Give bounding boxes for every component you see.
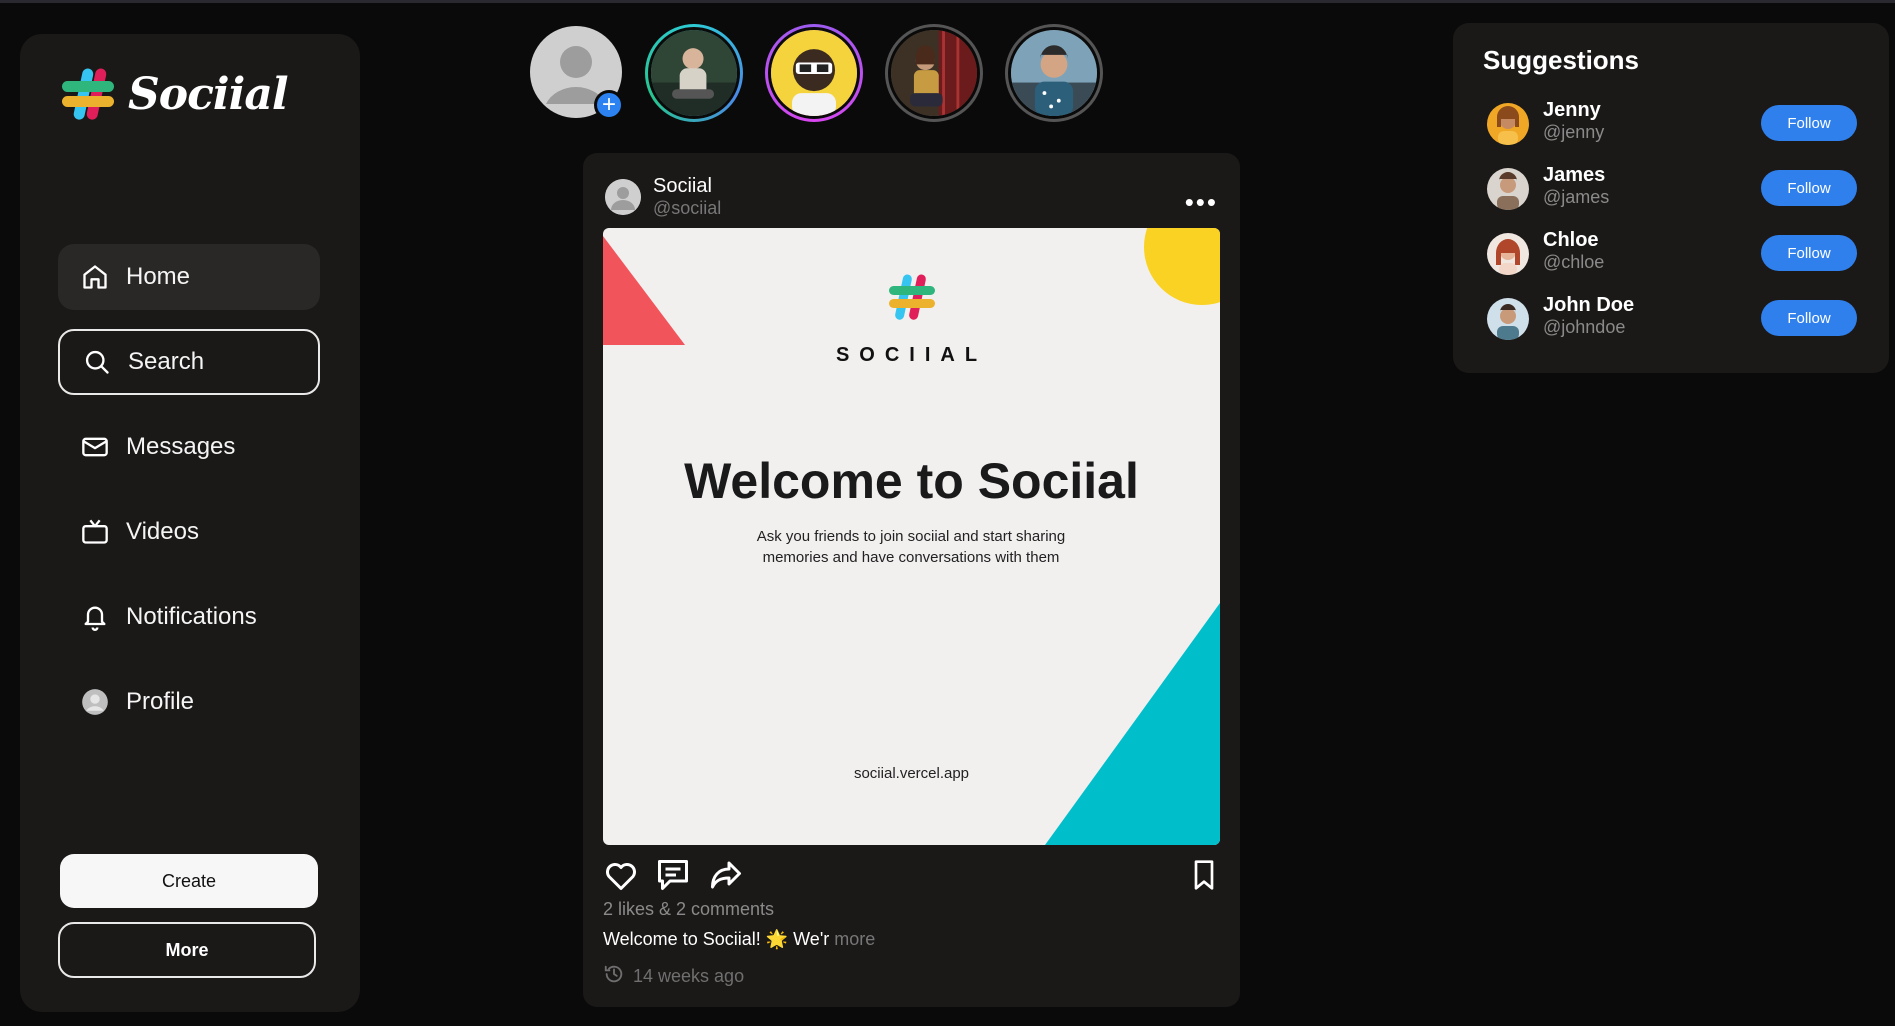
story-avatar[interactable] xyxy=(645,24,743,122)
suggestion-row: James @james Follow xyxy=(1487,164,1857,214)
home-icon xyxy=(80,262,110,292)
post-image[interactable]: SOCIIAL Welcome to Sociial Ask you frien… xyxy=(603,228,1220,845)
follow-button[interactable]: Follow xyxy=(1761,235,1857,271)
sidebar-item-label: Home xyxy=(126,263,191,290)
suggestion-handle: @james xyxy=(1543,187,1610,207)
sidebar-item-label: Messages xyxy=(126,433,236,460)
suggestion-name[interactable]: Chloe xyxy=(1543,229,1599,252)
suggestion-avatar[interactable] xyxy=(1487,298,1529,340)
window-top-border xyxy=(0,0,1895,3)
post-caption: Welcome to Sociial! 🌟 We'r more xyxy=(603,929,875,950)
suggestion-name[interactable]: John Doe xyxy=(1543,294,1634,317)
avatar-icon xyxy=(80,687,110,717)
sidebar-item-label: Search xyxy=(128,348,205,375)
mail-icon xyxy=(80,432,110,462)
suggestions-panel: Suggestions Jenny @jenny Follow James @j… xyxy=(1453,23,1889,373)
post-author-avatar[interactable] xyxy=(605,179,641,215)
heart-icon[interactable] xyxy=(603,857,639,898)
story-avatar[interactable] xyxy=(765,24,863,122)
post-image-subtitle-line: Ask you friends to join sociial and star… xyxy=(756,528,1066,545)
sidebar-item-messages[interactable]: Messages xyxy=(58,414,320,480)
tv-icon xyxy=(80,517,110,547)
post-author-name[interactable]: Sociial xyxy=(653,175,721,197)
post-caption-text: Welcome to Sociial! 🌟 We'r xyxy=(603,929,830,949)
post-time-text: 14 weeks ago xyxy=(633,966,745,986)
suggestion-handle: @johndoe xyxy=(1543,317,1626,337)
suggestion-name[interactable]: James xyxy=(1543,164,1605,187)
follow-button[interactable]: Follow xyxy=(1761,105,1857,141)
sidebar-item-profile[interactable]: Profile xyxy=(58,669,320,735)
follow-button[interactable]: Follow xyxy=(1761,170,1857,206)
suggestion-handle: @chloe xyxy=(1543,252,1605,272)
share-icon[interactable] xyxy=(707,857,745,898)
post-card: Sociial @sociial ••• SOCIIAL Welcome to … xyxy=(583,153,1240,1007)
sidebar-item-home[interactable]: Home xyxy=(58,244,320,310)
suggestion-handle: @jenny xyxy=(1543,122,1605,142)
post-image-subtitle: Ask you friends to join sociial and star… xyxy=(731,526,1091,568)
suggestion-avatar[interactable] xyxy=(1487,233,1529,275)
sidebar-item-search[interactable]: Search xyxy=(58,329,320,395)
story-photo xyxy=(768,27,860,119)
story-photo xyxy=(1008,27,1100,119)
post-timestamp: 14 weeks ago xyxy=(603,963,744,990)
story-photo xyxy=(888,27,980,119)
suggestion-name[interactable]: Jenny xyxy=(1543,99,1601,122)
sidebar-item-label: Notifications xyxy=(126,603,257,630)
add-story-avatar[interactable]: + xyxy=(530,26,624,120)
post-actions xyxy=(603,853,1220,893)
more-button[interactable]: More xyxy=(58,922,316,978)
suggestion-row: John Doe @johndoe Follow xyxy=(1487,294,1857,344)
post-image-url: sociial.vercel.app xyxy=(853,765,970,782)
bookmark-icon[interactable] xyxy=(1188,857,1220,898)
sidebar-item-notifications[interactable]: Notifications xyxy=(58,584,320,650)
add-story-plus-icon[interactable]: + xyxy=(594,90,624,120)
post-author-handle: @sociial xyxy=(653,198,722,218)
post-image-title: Welcome to Sociial xyxy=(684,453,1139,509)
post-image-wordmark: SOCIIAL xyxy=(835,344,988,366)
sidebar-nav: Home Search Messages Videos Notification… xyxy=(58,244,320,754)
suggestion-avatar[interactable] xyxy=(1487,103,1529,145)
post-header: Sociial @sociial xyxy=(605,175,721,219)
hash-logo-icon xyxy=(62,68,114,120)
comment-icon[interactable] xyxy=(655,857,691,898)
story-avatar[interactable] xyxy=(885,24,983,122)
suggestions-title: Suggestions xyxy=(1483,45,1640,75)
history-icon xyxy=(603,963,625,990)
suggestion-row: Chloe @chloe Follow xyxy=(1487,229,1857,279)
logo-text: Sociial xyxy=(128,68,289,120)
sidebar-item-label: Profile xyxy=(126,688,195,715)
caption-more-link[interactable]: more xyxy=(834,929,875,949)
sidebar: Sociial Home Search Messages Videos Noti… xyxy=(20,34,360,1012)
suggestion-row: Jenny @jenny Follow xyxy=(1487,99,1857,149)
sidebar-item-label: Videos xyxy=(126,518,199,545)
bell-icon xyxy=(80,602,110,632)
search-icon xyxy=(82,347,112,377)
post-image-subtitle-line: memories and have conversations with the… xyxy=(762,549,1060,566)
story-avatar[interactable] xyxy=(1005,24,1103,122)
follow-button[interactable]: Follow xyxy=(1761,300,1857,336)
sidebar-item-videos[interactable]: Videos xyxy=(58,499,320,565)
suggestion-avatar[interactable] xyxy=(1487,168,1529,210)
logo[interactable]: Sociial xyxy=(58,64,289,124)
story-photo xyxy=(648,27,740,119)
create-button[interactable]: Create xyxy=(60,854,318,908)
post-stats[interactable]: 2 likes & 2 comments xyxy=(603,899,774,920)
more-options-icon[interactable]: ••• xyxy=(1185,187,1218,218)
